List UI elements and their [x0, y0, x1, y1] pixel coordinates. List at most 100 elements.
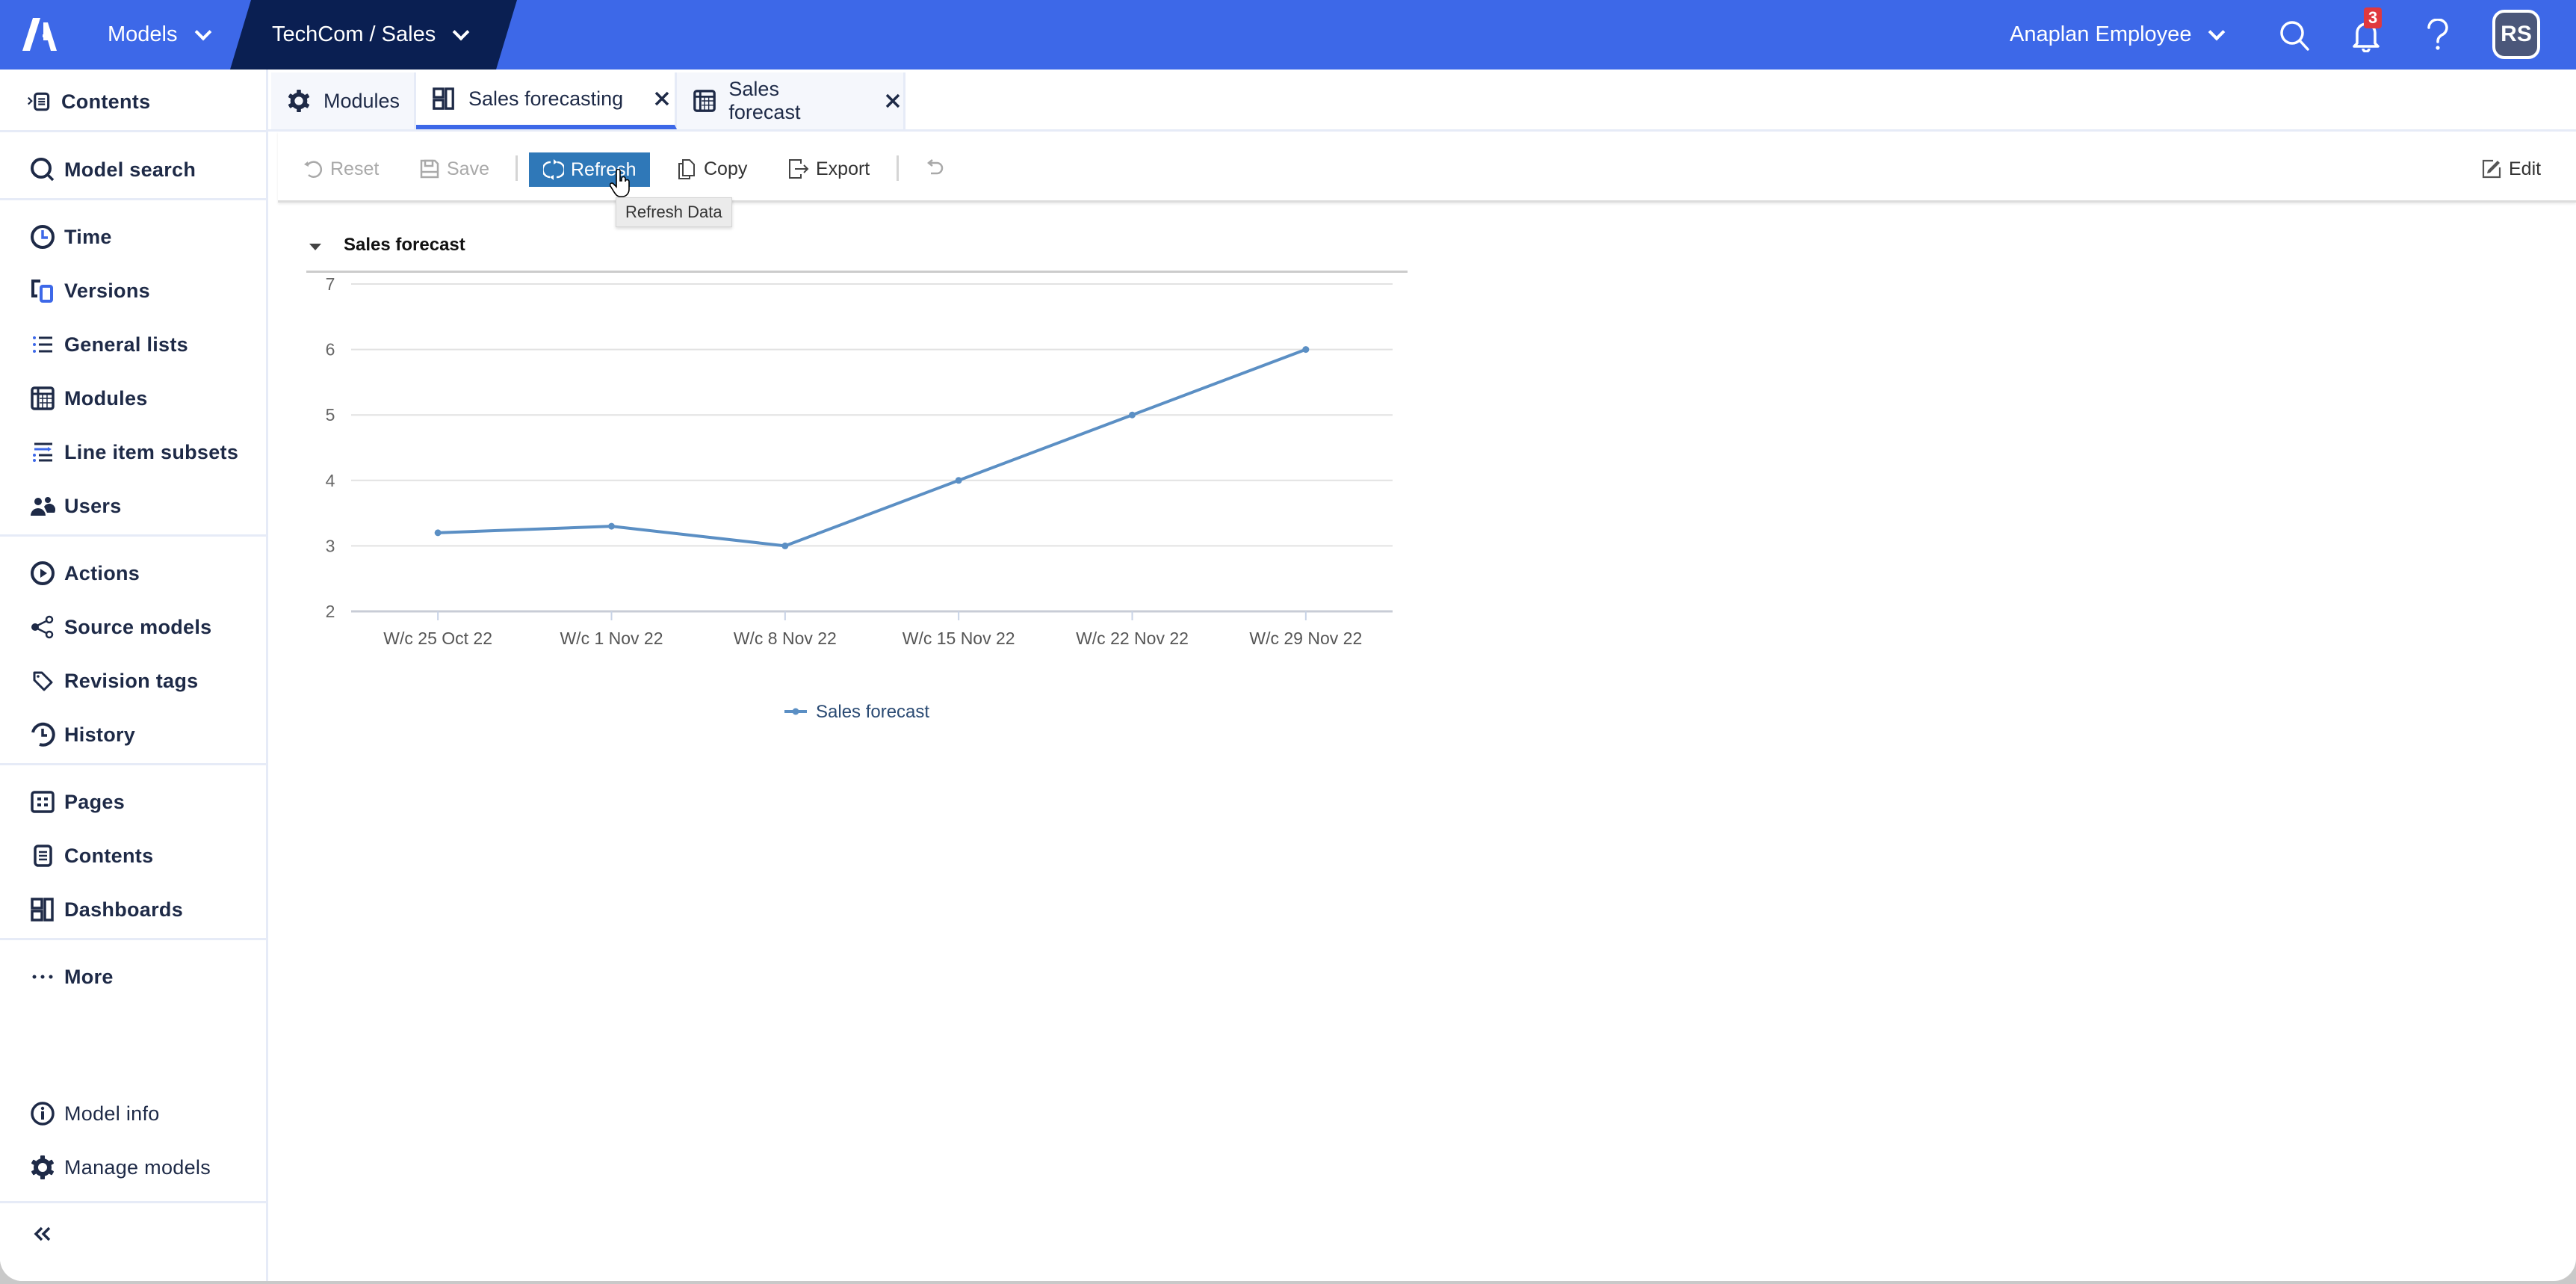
export-icon [787, 158, 810, 180]
legend-marker-icon [792, 708, 799, 715]
series-line [438, 348, 1307, 548]
tab-sales-forecast[interactable]: Sales forecast [677, 72, 905, 129]
anaplan-logo-icon[interactable] [22, 18, 58, 51]
share-icon [30, 614, 55, 640]
document-icon [30, 843, 55, 868]
x-tick-label: W/c 8 Nov 22 [734, 629, 837, 648]
sales-forecast-chart: 2 3 4 5 6 7 W/c 25 Oct 22 W/c 1 Nov 22 W/c 8 No… [326, 274, 1393, 722]
sidebar-item-pages[interactable]: Pages [30, 783, 125, 821]
sidebar-item-actions[interactable]: Actions [30, 555, 140, 592]
y-tick-label: 4 [326, 471, 335, 490]
sidebar-item-general-lists[interactable]: General lists [30, 326, 188, 363]
sidebar-item-time[interactable]: Time [30, 218, 112, 256]
refresh-icon [542, 158, 565, 181]
grid-icon [692, 88, 716, 114]
tag-icon [30, 668, 55, 694]
sidebar-item-label: Model info [64, 1102, 160, 1125]
tab-sales-forecasting[interactable]: Sales forecasting [416, 72, 677, 129]
copy-icon [675, 158, 698, 180]
data-point[interactable] [434, 529, 442, 537]
contents-icon [27, 89, 52, 114]
sidebar-item-contents-pages[interactable]: Contents [30, 837, 153, 874]
models-menu[interactable]: Models [108, 0, 211, 70]
pages-icon [30, 789, 55, 815]
chevron-down-icon [2208, 23, 2226, 40]
sidebar-item-label: Pages [64, 790, 126, 813]
undo-button[interactable] [923, 151, 952, 187]
sidebar-item-label: History [64, 723, 136, 746]
tab-modules[interactable]: Modules [271, 72, 416, 129]
x-tick-label: W/c 22 Nov 22 [1076, 629, 1189, 648]
save-icon [418, 158, 441, 180]
x-tick-label: W/c 29 Nov 22 [1249, 629, 1362, 648]
sidebar-item-line-item-subsets[interactable]: Line item subsets [30, 433, 238, 471]
breadcrumb-label: TechCom / Sales [272, 22, 436, 46]
sidebar-item-model-search[interactable]: Model search [30, 151, 196, 188]
sidebar-item-model-info[interactable]: Model info [30, 1095, 160, 1132]
sidebar-item-label: Line item subsets [64, 440, 239, 463]
data-point[interactable] [1129, 411, 1136, 419]
sidebar-item-label: More [64, 965, 114, 988]
top-navigation-bar: Models TechCom / Sales Anaplan Employee … [0, 0, 2576, 70]
sidebar-item-label: Actions [64, 561, 140, 584]
sidebar-item-versions[interactable]: Versions [30, 272, 150, 309]
sidebar-item-modules[interactable]: Modules [30, 380, 148, 417]
dashboard-icon [431, 86, 456, 111]
copy-button[interactable]: Copy [675, 151, 747, 187]
data-point[interactable] [1302, 346, 1310, 354]
hand-cursor-icon [610, 169, 630, 197]
tab-label: Modules [323, 89, 400, 112]
data-point[interactable] [608, 522, 615, 530]
x-tick-label: W/c 25 Oct 22 [383, 629, 492, 648]
sidebar-item-label: Contents [64, 844, 154, 867]
copy-label: Copy [704, 158, 748, 179]
sidebar-item-users[interactable]: Users [30, 487, 122, 525]
sidebar-item-more[interactable]: More [30, 958, 114, 996]
sidebar-item-revision-tags[interactable]: Revision tags [30, 662, 198, 700]
tab-label: Sales forecast [728, 78, 801, 123]
sidebar-item-dashboards[interactable]: Dashboards [30, 891, 183, 928]
sidebar-item-label: Versions [64, 279, 150, 302]
search-button[interactable] [2274, 15, 2315, 55]
y-tick-label: 7 [326, 274, 335, 294]
help-icon [2427, 19, 2448, 50]
export-button[interactable]: Export [787, 151, 870, 187]
sidebar-item-manage-models[interactable]: Manage models [30, 1149, 211, 1186]
sidebar-item-source-models[interactable]: Source models [30, 608, 211, 646]
sidebar-divider [0, 763, 266, 765]
save-button[interactable]: Save [418, 151, 489, 187]
tab-label: Sales forecasting [468, 87, 624, 110]
toolbar-separator [897, 155, 899, 181]
notifications-button[interactable]: 3 [2346, 7, 2386, 55]
user-menu[interactable]: Anaplan Employee [2010, 0, 2226, 70]
sidebar-divider [0, 198, 266, 200]
close-icon[interactable] [883, 90, 904, 111]
sidebar-divider [0, 534, 266, 537]
breadcrumb[interactable]: TechCom / Sales [272, 0, 470, 70]
sidebar-item-label: Model search [64, 158, 196, 181]
data-point[interactable] [955, 477, 962, 484]
help-button[interactable] [2418, 15, 2458, 55]
edit-button[interactable]: Edit [2480, 151, 2541, 187]
sidebar-item-history[interactable]: History [30, 716, 135, 753]
chevron-down-icon [452, 23, 470, 40]
versions-icon [30, 278, 55, 303]
sidebar-item-label: Modules [64, 386, 148, 410]
reset-label: Reset [330, 158, 380, 179]
sidebar-collapse-button[interactable] [30, 1215, 64, 1253]
reset-button[interactable]: Reset [302, 151, 379, 187]
y-tick-label: 5 [326, 405, 335, 425]
close-icon[interactable] [651, 88, 672, 109]
collapse-section-toggle[interactable] [309, 244, 321, 250]
legend-label[interactable]: Sales forecast [816, 702, 929, 722]
sidebar-item-contents[interactable]: Contents [27, 83, 150, 120]
user-avatar[interactable]: RS [2492, 10, 2540, 59]
search-icon [30, 157, 55, 182]
edit-label: Edit [2509, 158, 2542, 179]
y-tick-label: 6 [326, 340, 335, 359]
refresh-tooltip: Refresh Data [616, 197, 732, 227]
sidebar-item-label: Users [64, 494, 122, 517]
sidebar-item-label: Source models [64, 615, 212, 638]
data-point[interactable] [781, 542, 789, 549]
dashboard-icon [30, 897, 55, 922]
